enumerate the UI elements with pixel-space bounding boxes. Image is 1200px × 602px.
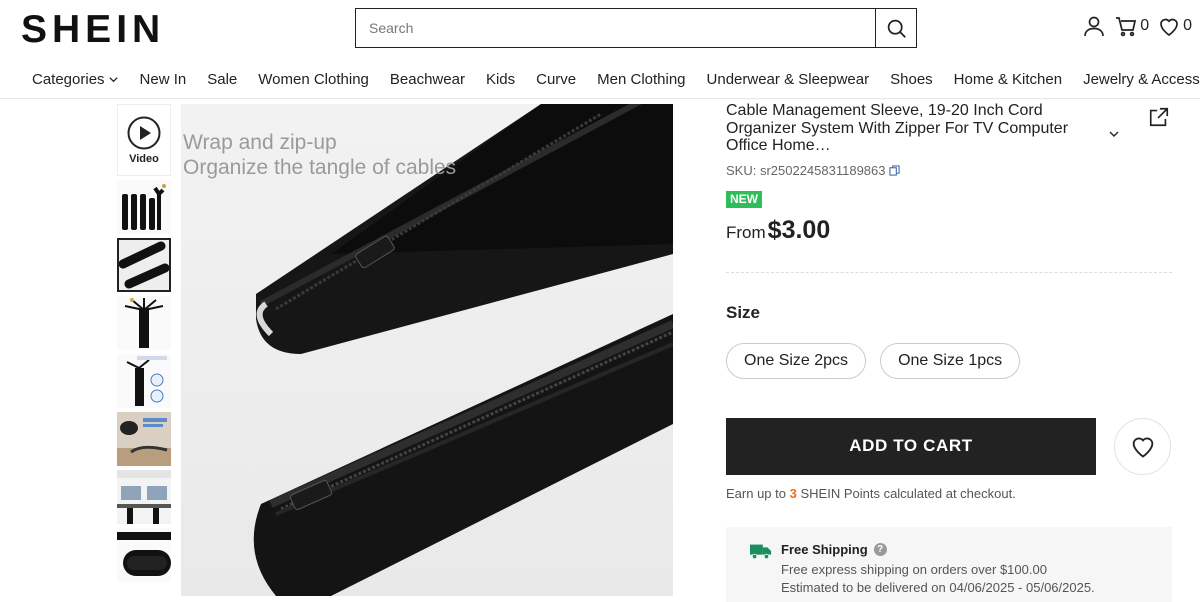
thumbnail-4[interactable] — [117, 354, 171, 408]
add-to-wishlist-button[interactable] — [1114, 417, 1171, 475]
share-icon[interactable] — [1148, 106, 1170, 128]
account-button[interactable] — [1082, 14, 1106, 38]
points-value: 3 — [789, 485, 797, 501]
points-before: Earn up to — [726, 485, 786, 501]
price-prefix: From — [726, 222, 766, 242]
wishlist-button[interactable]: 0 — [1157, 14, 1192, 38]
thumbnail-image — [117, 296, 171, 350]
divider — [726, 271, 1172, 273]
help-icon[interactable]: ? — [873, 542, 887, 556]
add-to-cart-button[interactable]: ADD TO CART — [726, 417, 1096, 475]
search-button[interactable] — [875, 9, 916, 47]
nav-men-clothing[interactable]: Men Clothing — [597, 71, 685, 88]
category-nav: Categories New In Sale Women Clothing Be… — [0, 61, 1200, 99]
nav-new-in[interactable]: New In — [140, 71, 187, 88]
shipping-title: Free Shipping ? — [781, 542, 1095, 557]
product-title: Cable Management Sleeve, 19-20 Inch Cord… — [726, 102, 1069, 154]
delivery-estimate: Estimated to be delivered on 04/06/2025 … — [781, 579, 1095, 595]
image-caption: Wrap and zip-up Organize the tangle of c… — [183, 130, 456, 180]
nav-kids[interactable]: Kids — [486, 71, 515, 88]
video-label: Video — [129, 152, 159, 165]
size-options: One Size 2pcs One Size 1pcs — [726, 342, 1172, 379]
sku-line: SKU: sr2502245831189863 — [726, 163, 1172, 178]
search-icon — [887, 19, 906, 38]
new-badge: NEW — [726, 190, 762, 208]
caption-line-2: Organize the tangle of cables — [183, 156, 457, 179]
thumbnail-image — [117, 354, 171, 408]
video-thumbnail[interactable]: Video — [117, 104, 171, 176]
thumbnail-image — [117, 528, 171, 582]
thumbnail-7[interactable] — [117, 528, 171, 582]
thumbnail-image — [117, 412, 171, 466]
shipping-text: Free Shipping ? Free express shipping on… — [781, 542, 1095, 602]
nav-curve[interactable]: Curve — [536, 71, 576, 88]
thumbnail-6[interactable] — [117, 470, 171, 524]
main-product-image[interactable]: Wrap and zip-up Organize the tangle of c… — [181, 104, 673, 596]
shipping-threshold: Free express shipping on orders over $10… — [781, 561, 1047, 577]
thumbnail-3[interactable] — [117, 296, 171, 350]
cart-button[interactable]: 0 — [1114, 14, 1149, 38]
search-bar — [355, 8, 917, 48]
nav-sale[interactable]: Sale — [207, 71, 237, 88]
heart-icon — [1160, 18, 1178, 37]
thumbnail-1[interactable] — [117, 180, 171, 234]
truck-icon — [750, 544, 772, 559]
price-amount: $3.00 — [767, 215, 831, 244]
chevron-down-icon — [108, 77, 118, 83]
thumbnail-image — [119, 240, 169, 290]
nav-beachwear[interactable]: Beachwear — [390, 71, 465, 88]
thumbnail-image — [117, 180, 171, 234]
points-note: Earn up to 3 SHEIN Points calculated at … — [726, 486, 1172, 501]
nav-home-kitchen[interactable]: Home & Kitchen — [954, 71, 1062, 88]
expand-title-chevron-icon[interactable] — [1108, 128, 1120, 140]
search-input[interactable] — [356, 9, 875, 47]
nav-categories[interactable]: Categories — [32, 71, 119, 88]
cart-count: 0 — [1140, 17, 1150, 34]
sku-text: SKU: sr2502245831189863 — [726, 162, 886, 178]
product-info: Cable Management Sleeve, 19-20 Inch Cord… — [726, 102, 1172, 602]
nav-underwear-sleepwear[interactable]: Underwear & Sleepwear — [707, 71, 870, 88]
wishlist-count: 0 — [1183, 17, 1192, 34]
shipping-panel: Free Shipping ? Free express shipping on… — [726, 526, 1172, 602]
cart-actions: ADD TO CART — [726, 417, 1172, 475]
size-option-1pcs[interactable]: One Size 1pcs — [880, 342, 1021, 379]
caption-line-1: Wrap and zip-up — [183, 131, 337, 154]
shein-logo[interactable]: SHEIN — [21, 10, 165, 50]
copy-icon[interactable] — [888, 164, 900, 176]
thumbnail-image — [117, 470, 171, 524]
size-option-2pcs[interactable]: One Size 2pcs — [726, 342, 867, 379]
nav-shoes[interactable]: Shoes — [890, 71, 933, 88]
user-icon — [1084, 16, 1105, 37]
nav-women-clothing[interactable]: Women Clothing — [258, 71, 369, 88]
cart-icon — [1116, 17, 1137, 37]
heart-icon — [1132, 437, 1153, 458]
thumbnail-5[interactable] — [117, 412, 171, 466]
thumbnail-2[interactable] — [117, 238, 171, 292]
nav-jewelry-accessories[interactable]: Jewelry & Accessories — [1083, 71, 1200, 88]
play-icon — [127, 116, 161, 149]
thumbnail-strip: Video — [117, 104, 171, 586]
price-line: From $3.00 — [726, 216, 1172, 245]
size-label: Size — [726, 302, 761, 322]
header-actions: 0 0 — [1082, 14, 1192, 38]
points-after: SHEIN Points calculated at checkout. — [800, 485, 1016, 501]
